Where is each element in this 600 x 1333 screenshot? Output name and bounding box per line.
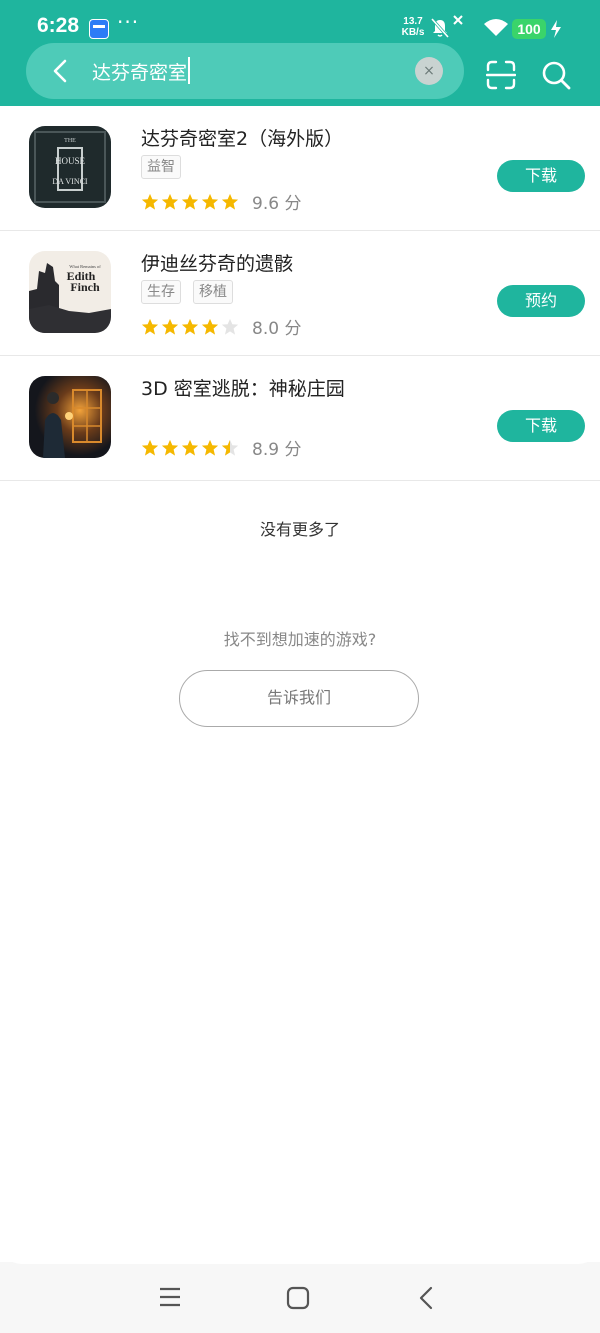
tag: 益智: [141, 155, 181, 179]
star-icon: [181, 193, 199, 210]
score: 8.0 分: [252, 319, 302, 339]
tell-us-button[interactable]: 告诉我们: [179, 670, 419, 727]
search-input[interactable]: [92, 55, 392, 87]
score: 8.9 分: [252, 440, 302, 460]
mute-icon: [430, 18, 450, 38]
search-bar[interactable]: ×: [26, 43, 464, 99]
menu-icon[interactable]: [159, 1286, 181, 1308]
icon-text-house: HOUSE: [55, 156, 86, 166]
star-icon: [221, 193, 239, 210]
star-icon: [181, 318, 199, 335]
network-speed-unit: KB/s: [401, 27, 425, 38]
list-item[interactable]: THE HOUSE DA VINCI 达芬奇密室2（海外版） 益智 9.6 分 …: [0, 106, 600, 231]
reserve-button[interactable]: 预约: [497, 285, 585, 317]
network-speed-value: 13.7: [403, 16, 423, 27]
star-icon: [141, 439, 159, 456]
star-icon: [201, 439, 219, 456]
text-cursor: [188, 57, 190, 84]
scan-icon[interactable]: [486, 60, 516, 90]
download-button[interactable]: 下载: [497, 160, 585, 192]
nav-back-icon[interactable]: [416, 1286, 436, 1310]
tag: 移植: [193, 280, 233, 304]
app-name[interactable]: 达芬奇密室2（海外版）: [141, 124, 343, 151]
star-icon: [161, 439, 179, 456]
back-arrow-icon[interactable]: [48, 58, 74, 84]
more-dots-icon: ···: [117, 10, 140, 34]
star-icon: [201, 193, 219, 210]
star-icon: [141, 318, 159, 335]
star-icon: [201, 318, 219, 335]
star-icon: [161, 318, 179, 335]
battery-indicator: 100: [512, 19, 546, 39]
app-name[interactable]: 3D 密室逃脱：神秘庄园: [141, 374, 345, 401]
network-speed: 13.7 KB/s: [398, 16, 428, 38]
tag-list: 生存 移植: [141, 280, 233, 304]
list-item[interactable]: What Remains of Edith Finch 伊迪丝芬奇的遗骸 生存 …: [0, 231, 600, 356]
star-icon: [141, 193, 159, 210]
rating: 9.6 分: [141, 189, 301, 214]
icon-text-finch: Finch: [70, 280, 100, 294]
cant-find-text: 找不到想加速的游戏?: [223, 630, 377, 649]
app-icon-mystery-manor[interactable]: [29, 376, 111, 458]
rating: 8.9 分: [141, 435, 301, 460]
star-half-icon: [221, 439, 239, 456]
wifi-icon: [484, 19, 508, 36]
page-card-edge: [0, 1240, 600, 1264]
icon-text-the: THE: [64, 138, 76, 144]
charging-bolt-icon: [551, 20, 561, 38]
clear-search-button[interactable]: ×: [415, 57, 443, 85]
tag: 生存: [141, 280, 181, 304]
app-icon-house-of-davinci[interactable]: THE HOUSE DA VINCI: [29, 126, 111, 208]
star-icon: [161, 193, 179, 210]
home-icon[interactable]: [286, 1286, 310, 1310]
app-name[interactable]: 伊迪丝芬奇的遗骸: [141, 249, 293, 276]
list-item[interactable]: 3D 密室逃脱：神秘庄园 8.9 分 下载: [0, 356, 600, 481]
rating: 8.0 分: [141, 314, 301, 339]
score: 9.6 分: [252, 194, 302, 214]
star-empty-icon: [221, 318, 239, 335]
icon-text-davinci: DA VINCI: [52, 177, 88, 186]
app-icon-edith-finch[interactable]: What Remains of Edith Finch: [29, 251, 111, 333]
status-time: 6:28: [37, 14, 80, 37]
top-header: 6:28 ··· 13.7 KB/s 100 ×: [0, 0, 600, 106]
download-button[interactable]: 下载: [497, 410, 585, 442]
close-small-icon: [453, 15, 463, 25]
search-icon[interactable]: [540, 59, 572, 91]
tag-list: 益智: [141, 155, 181, 179]
search-results-list: THE HOUSE DA VINCI 达芬奇密室2（海外版） 益智 9.6 分 …: [0, 106, 600, 481]
no-more-text: 没有更多了: [259, 520, 340, 539]
star-icon: [181, 439, 199, 456]
notification-app-icon: [89, 19, 109, 39]
